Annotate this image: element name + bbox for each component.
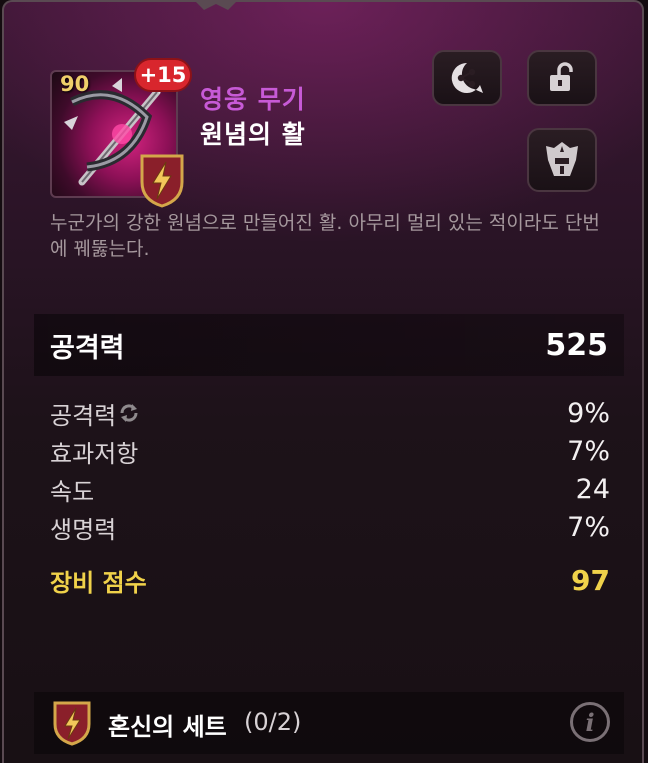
reforge-icon [120, 404, 138, 422]
substat-label-text: 공격력 [50, 401, 117, 430]
unlock-icon [550, 62, 573, 91]
set-count: (0/2) [244, 708, 302, 736]
substat-value: 9% [567, 397, 610, 429]
set-bonus-bar[interactable]: 혼신의 세트 (0/2) i [34, 692, 624, 754]
hero-helmet-icon [546, 142, 578, 176]
enhance-level-badge: +15 [134, 58, 192, 92]
substat-label: 생명력 [50, 515, 117, 544]
item-rarity: 영웅 무기 [200, 85, 306, 114]
main-stat-label: 공격력 [50, 332, 125, 364]
substat-row: 공격력 9% [50, 394, 610, 432]
set-lightning-shield-icon [53, 701, 91, 746]
gear-score-label: 장비 점수 [50, 568, 147, 597]
item-icon[interactable]: 90 +15 [48, 58, 192, 208]
top-ornament-icon [196, 2, 236, 10]
substat-value: 24 [575, 473, 610, 505]
substat-row: 생명력 7% [50, 508, 610, 546]
item-name: 원념의 활 [200, 120, 306, 149]
substat-label: 공격력 [50, 396, 140, 431]
main-stat-row: 공격력 525 [34, 314, 624, 376]
equip-hero-button[interactable] [527, 128, 597, 192]
lock-button[interactable] [527, 50, 597, 106]
main-stat-value: 525 [545, 327, 608, 363]
share-icon [451, 62, 483, 93]
gear-score-row: 장비 점수 97 [50, 560, 610, 600]
item-level-badge: 90 [60, 72, 90, 96]
item-description: 누군가의 강한 원념으로 만들어진 활. 아무리 멀리 있는 적이라도 단번에 … [50, 212, 600, 260]
substat-value: 7% [567, 435, 610, 467]
substat-value: 7% [567, 511, 610, 543]
set-lightning-shield-icon [140, 154, 184, 208]
substat-list: 공격력 9% 효과저항 7% 속도 24 생명력 7% [50, 394, 610, 546]
substat-label: 효과저항 [50, 439, 139, 468]
set-name: 혼신의 세트 [108, 713, 227, 741]
substat-row: 효과저항 7% [50, 432, 610, 470]
substat-label: 속도 [50, 477, 95, 506]
share-button[interactable] [432, 50, 502, 106]
item-detail-panel: 90 +15 영웅 무기 원념의 활 누군가의 강한 원념으로 만들어진 활. … [2, 0, 644, 763]
gear-score-value: 97 [571, 563, 610, 597]
info-button[interactable]: i [570, 702, 610, 742]
substat-row: 속도 24 [50, 470, 610, 508]
